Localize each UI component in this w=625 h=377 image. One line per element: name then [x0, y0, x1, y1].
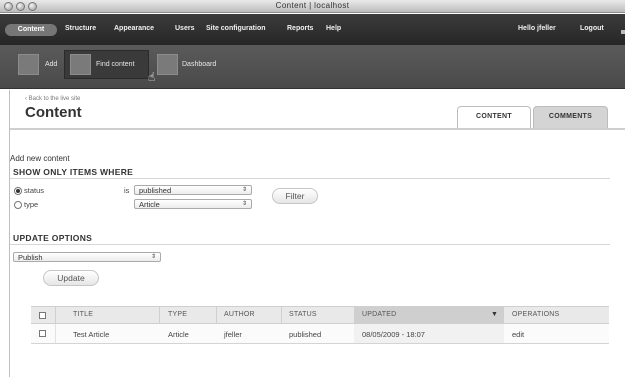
- toolbar-item-structure[interactable]: Structure: [65, 25, 96, 32]
- update-options-heading: UPDATE OPTIONS: [13, 233, 93, 243]
- dashboard-shortcut-icon[interactable]: [157, 54, 178, 75]
- add-shortcut-icon[interactable]: [18, 54, 39, 75]
- type-label: type: [24, 200, 39, 209]
- update-divider: [10, 244, 610, 245]
- row-checkbox[interactable]: [39, 330, 46, 337]
- user-greeting-link[interactable]: Hello jfeller: [518, 25, 556, 32]
- hand-cursor-icon: ☝: [148, 70, 156, 84]
- column-author[interactable]: AUTHOR: [224, 311, 255, 318]
- row-status: published: [289, 330, 322, 339]
- status-radio[interactable]: [14, 187, 22, 195]
- select-arrows-icon: ⇕: [150, 254, 156, 260]
- toolbar-item-help[interactable]: Help: [326, 25, 341, 32]
- update-action-select[interactable]: Publish ⇕: [13, 252, 161, 262]
- shortcut-bar: Add Find content Dashboard ☝: [0, 45, 625, 89]
- toolbar-item-reports[interactable]: Reports: [287, 25, 313, 32]
- table-header: TITLE TYPE AUTHOR STATUS UPDATED ▼ OPERA…: [31, 306, 609, 324]
- column-divider: [216, 307, 217, 324]
- row-type: Article: [168, 330, 189, 339]
- logout-link[interactable]: Logout: [580, 25, 604, 32]
- toolbar-item-site-configuration[interactable]: Site configuration: [206, 25, 266, 32]
- window-title: Content | localhost: [275, 1, 350, 10]
- back-to-site-link[interactable]: ‹ Back to the live site: [25, 96, 80, 102]
- column-divider: [159, 307, 160, 324]
- tab-content[interactable]: CONTENT: [457, 106, 531, 128]
- status-label: status: [24, 186, 45, 195]
- type-radio[interactable]: [14, 201, 22, 209]
- column-divider: [281, 307, 282, 324]
- filter-heading: SHOW ONLY ITEMS WHERE: [13, 167, 134, 177]
- admin-toolbar: Content Structure Appearance Users Site …: [0, 14, 625, 45]
- column-status[interactable]: STATUS: [289, 311, 317, 318]
- type-select-value: Article: [139, 200, 160, 209]
- toolbar-item-content[interactable]: Content: [5, 24, 57, 36]
- update-button[interactable]: Update: [43, 270, 99, 286]
- row-edit-link[interactable]: edit: [512, 330, 524, 339]
- select-arrows-icon: ⇕: [241, 187, 247, 193]
- content-page: ‹ Back to the live site Content CONTENT …: [9, 90, 625, 377]
- row-title-link[interactable]: Test Article: [73, 330, 109, 339]
- shortcut-find-content[interactable]: Find content: [96, 61, 135, 68]
- row-updated: 08/05/2009 - 18:07: [362, 330, 425, 339]
- sort-descending-icon[interactable]: ▼: [491, 311, 498, 318]
- filter-button[interactable]: Filter: [272, 188, 318, 204]
- column-type[interactable]: TYPE: [168, 311, 187, 318]
- toolbar-toggle-icon[interactable]: [621, 30, 625, 34]
- tab-divider: [10, 128, 625, 130]
- toolbar-item-appearance[interactable]: Appearance: [114, 25, 154, 32]
- select-arrows-icon: ⇕: [241, 201, 247, 207]
- shortcut-add[interactable]: Add: [45, 61, 57, 68]
- type-select[interactable]: Article ⇕: [134, 199, 252, 209]
- toolbar-item-users[interactable]: Users: [175, 25, 194, 32]
- status-operator: is: [124, 186, 130, 195]
- filter-divider: [10, 178, 610, 179]
- add-new-content-link[interactable]: Add new content: [10, 154, 70, 163]
- column-divider: [55, 307, 56, 324]
- window-titlebar: Content | localhost: [0, 0, 625, 13]
- table-row: Test Article Article jfeller published 0…: [31, 324, 609, 344]
- column-updated[interactable]: UPDATED: [362, 311, 396, 318]
- status-select[interactable]: published ⇕: [134, 185, 252, 195]
- column-title[interactable]: TITLE: [73, 311, 93, 318]
- status-select-value: published: [139, 186, 172, 195]
- update-action-value: Publish: [18, 253, 43, 262]
- select-all-checkbox[interactable]: [39, 312, 46, 319]
- tab-comments[interactable]: COMMENTS: [533, 106, 608, 128]
- find-content-shortcut-icon[interactable]: [70, 54, 91, 75]
- shortcut-dashboard[interactable]: Dashboard: [182, 61, 216, 68]
- page-title: Content: [25, 104, 82, 121]
- column-divider: [55, 324, 56, 343]
- row-author-link[interactable]: jfeller: [224, 330, 242, 339]
- column-operations: OPERATIONS: [512, 311, 560, 318]
